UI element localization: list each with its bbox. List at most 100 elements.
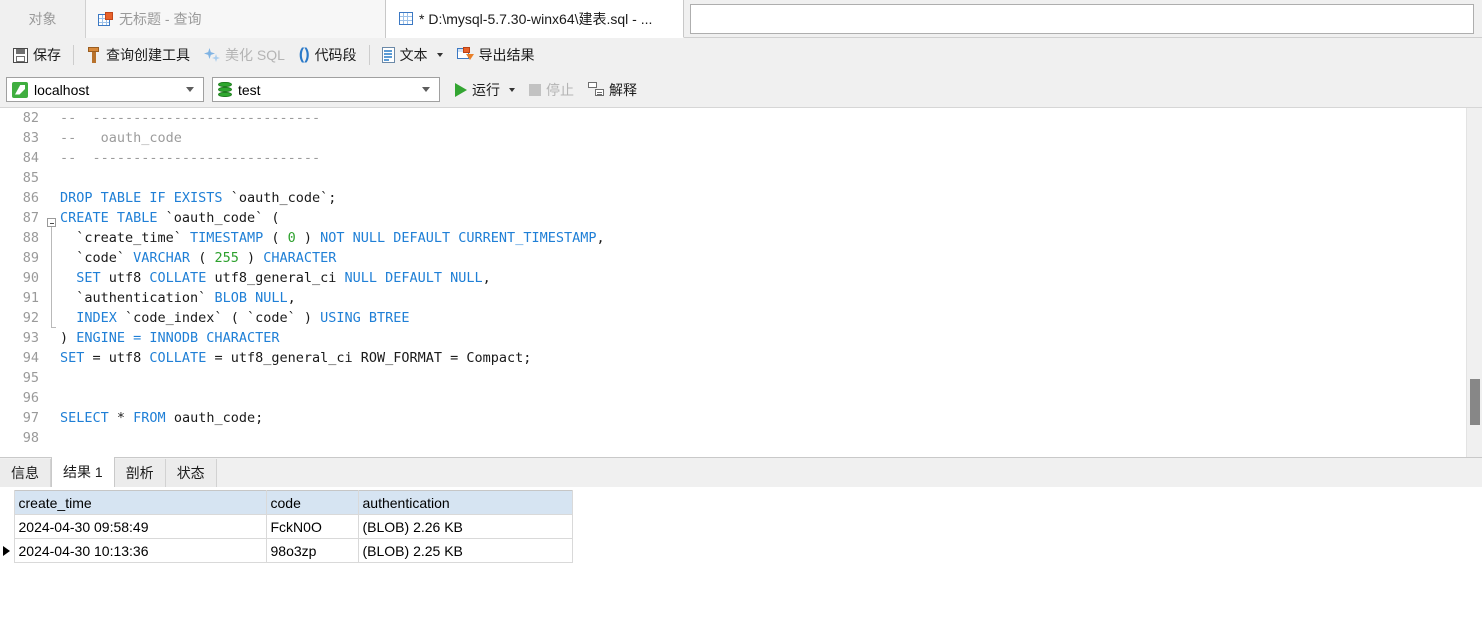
document-text-icon <box>381 47 395 63</box>
table-row[interactable]: 2024-04-30 09:58:49 FckN0O (BLOB) 2.26 KB <box>0 514 573 539</box>
document-tab-strip: 对象 无标题 - 查询 * D:\mysql-5.7.30-winx64\建表.… <box>0 0 1482 38</box>
code-line[interactable] <box>60 388 1482 408</box>
code-line[interactable]: `create_time` TIMESTAMP ( 0 ) NOT NULL D… <box>60 228 1482 248</box>
connection-select-value: localhost <box>34 81 90 98</box>
code-snippet-button[interactable]: () 代码段 <box>292 42 364 68</box>
code-token: COLLATE <box>149 350 215 366</box>
line-number: 86 <box>22 190 39 206</box>
code-token: COLLATE <box>149 270 215 286</box>
code-line[interactable]: SET utf8 COLLATE utf8_general_ci NULL DE… <box>60 268 1482 288</box>
database-icon <box>218 81 232 98</box>
database-select[interactable]: test <box>212 77 440 102</box>
code-token: TIMESTAMP <box>190 230 272 246</box>
result-tab-1[interactable]: 结果 1 <box>51 457 115 487</box>
tab-untitled-query[interactable]: 无标题 - 查询 <box>86 0 386 38</box>
table-row[interactable]: 2024-04-30 10:13:36 98o3zp (BLOB) 2.25 KB <box>0 538 573 563</box>
cell-authentication[interactable]: (BLOB) 2.26 KB <box>357 514 573 539</box>
line-number: 98 <box>22 430 39 446</box>
result-grid[interactable]: create_time code authentication 2024-04-… <box>0 487 1482 621</box>
code-line[interactable]: INDEX `code_index` ( `code` ) USING BTRE… <box>60 308 1482 328</box>
result-tab-2[interactable]: 剖析 <box>114 459 166 487</box>
toolbar-divider-1 <box>73 45 74 65</box>
code-token: -- ---------------------------- <box>60 110 321 126</box>
line-number: 91 <box>22 290 39 306</box>
cell-code[interactable]: FckN0O <box>265 514 359 539</box>
query-builder-button[interactable]: 查询创建工具 <box>79 42 197 68</box>
code-line[interactable]: DROP TABLE IF EXISTS `oauth_code`; <box>60 188 1482 208</box>
code-token: ENGINE = INNODB CHARACTER <box>76 330 280 346</box>
beautify-sql-label: 美化 SQL <box>225 47 285 63</box>
code-line[interactable]: SET = utf8 COLLATE = utf8_general_ci ROW… <box>60 348 1482 368</box>
line-number: 87 <box>22 210 39 226</box>
execution-controls: 运行 停止 解释 <box>448 77 644 103</box>
code-line[interactable]: `code` VARCHAR ( 255 ) CHARACTER <box>60 248 1482 268</box>
editor-fold-column[interactable] <box>46 108 60 457</box>
code-line[interactable]: SELECT * FROM oauth_code; <box>60 408 1482 428</box>
table-file-icon <box>398 11 414 26</box>
tab-sql-file[interactable]: * D:\mysql-5.7.30-winx64\建表.sql - ... <box>386 0 684 38</box>
code-line[interactable]: CREATE TABLE `oauth_code` ( <box>60 208 1482 228</box>
run-button[interactable]: 运行 <box>448 77 522 103</box>
code-token: utf8_general_ci <box>214 270 345 286</box>
export-grid-icon <box>456 47 474 63</box>
column-header-code[interactable]: code <box>265 490 359 515</box>
cell-create-time[interactable]: 2024-04-30 09:58:49 <box>13 514 267 539</box>
editor-scrollbar-thumb[interactable] <box>1470 379 1480 425</box>
stop-button[interactable]: 停止 <box>522 77 581 103</box>
chevron-down-icon[interactable] <box>509 87 515 92</box>
line-number: 88 <box>22 230 39 246</box>
line-number: 90 <box>22 270 39 286</box>
explain-button-label: 解释 <box>609 81 637 98</box>
code-token: SET <box>60 350 93 366</box>
text-mode-button[interactable]: 文本 <box>375 42 450 68</box>
column-header-authentication[interactable]: authentication <box>357 490 573 515</box>
result-tab-0[interactable]: 信息 <box>0 459 51 487</box>
export-result-button[interactable]: 导出结果 <box>450 42 542 68</box>
code-line[interactable]: `authentication` BLOB NULL, <box>60 288 1482 308</box>
code-token: `create_time` <box>60 230 191 246</box>
cell-create-time[interactable]: 2024-04-30 10:13:36 <box>13 538 267 563</box>
code-token: oauth_code; <box>173 410 264 426</box>
code-token: CREATE TABLE <box>60 210 166 226</box>
code-token: VARCHAR <box>133 250 199 266</box>
code-token: INDEX <box>60 310 126 326</box>
code-line[interactable]: -- ---------------------------- <box>60 108 1482 128</box>
code-line[interactable]: -- oauth_code <box>60 128 1482 148</box>
code-token: ) <box>238 250 264 266</box>
result-table: create_time code authentication 2024-04-… <box>0 490 573 563</box>
editor-vertical-scrollbar[interactable] <box>1466 108 1482 457</box>
code-line[interactable] <box>60 168 1482 188</box>
chevron-down-icon[interactable] <box>436 53 443 57</box>
code-line[interactable] <box>60 368 1482 388</box>
code-line[interactable]: -- ---------------------------- <box>60 148 1482 168</box>
cell-authentication[interactable]: (BLOB) 2.25 KB <box>357 538 573 563</box>
code-token: `authentication` <box>60 290 215 306</box>
editor-code-area[interactable]: -- ---------------------------- -- oauth_… <box>60 108 1482 457</box>
line-number: 97 <box>22 410 39 426</box>
code-token: DROP TABLE IF EXISTS <box>60 190 231 206</box>
explain-button[interactable]: 解释 <box>581 77 644 103</box>
sql-editor[interactable]: 82 83 84 85 86 87 88 89 90 91 92 93 94 95 96 97 98 -- --… <box>0 107 1482 457</box>
row-marker-cell <box>0 514 15 539</box>
beautify-sql-button[interactable]: 美化 SQL <box>197 42 292 68</box>
fold-guide-end <box>51 327 56 328</box>
code-token: `code_index` ( `code` ) <box>125 310 321 326</box>
code-token: `oauth_code` ( <box>165 210 280 226</box>
fold-collapse-icon[interactable] <box>47 218 56 227</box>
save-button[interactable]: 保存 <box>6 42 68 68</box>
column-header-create-time[interactable]: create_time <box>13 490 267 515</box>
code-token: BLOB NULL <box>214 290 288 306</box>
cell-code[interactable]: 98o3zp <box>265 538 359 563</box>
chevron-down-icon[interactable] <box>186 87 194 92</box>
code-line[interactable] <box>60 428 1482 448</box>
hammer-tool-icon <box>86 47 101 63</box>
code-line[interactable]: ) ENGINE = INNODB CHARACTER <box>60 328 1482 348</box>
connection-select[interactable]: localhost <box>6 77 204 102</box>
tab-strip-empty-area <box>684 0 1482 37</box>
chevron-down-icon[interactable] <box>422 87 430 92</box>
current-row-arrow-icon <box>3 545 10 556</box>
save-button-label: 保存 <box>33 47 61 63</box>
result-tab-3[interactable]: 状态 <box>165 459 217 487</box>
tab-untitled-query-label: 无标题 - 查询 <box>119 11 202 27</box>
tab-objects[interactable]: 对象 <box>0 0 86 38</box>
